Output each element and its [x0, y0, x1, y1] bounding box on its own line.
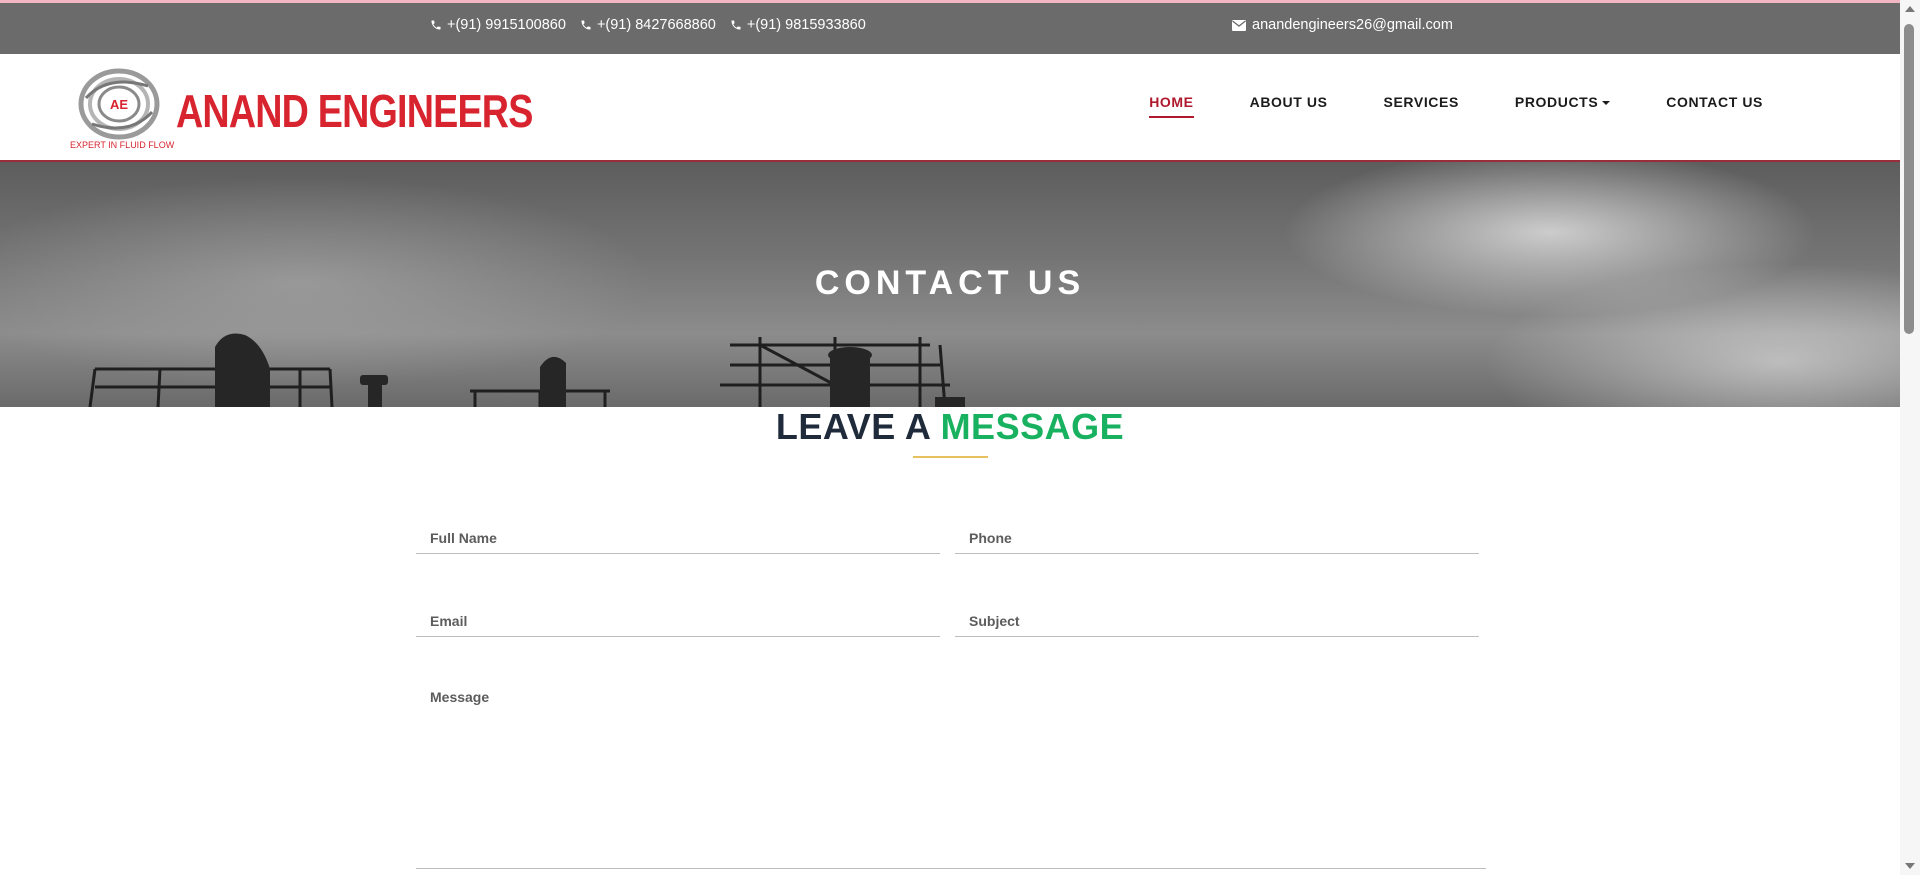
page-title: CONTACT US	[814, 264, 1086, 302]
section-heading: LEAVE A MESSAGE	[0, 406, 1900, 448]
full-name-input[interactable]	[416, 510, 940, 553]
phone-item[interactable]: +(91) 9915100860	[430, 17, 566, 33]
site-header: AE ANAND ENGINEERS EXPERT IN FLUID FLOW …	[0, 54, 1900, 162]
phone-input[interactable]	[955, 510, 1479, 553]
top-contact-bar: +(91) 9915100860 +(91) 8427668860 +(91) …	[0, 0, 1900, 54]
phone-field	[955, 510, 1479, 554]
page-scrollbar[interactable]	[1900, 0, 1920, 875]
phone-number: +(91) 8427668860	[596, 17, 716, 33]
full-name-field	[416, 510, 940, 554]
scroll-down-icon[interactable]	[1905, 863, 1915, 869]
message-field	[416, 675, 1486, 869]
email-field	[416, 593, 940, 637]
scrollbar-thumb[interactable]	[1904, 24, 1914, 334]
scroll-up-icon[interactable]	[1905, 6, 1915, 12]
brand-tagline: EXPERT IN FLUID FLOW	[70, 140, 175, 150]
logo-mark-text: AE	[110, 97, 128, 112]
section-heading-dark: LEAVE A	[775, 406, 941, 447]
brand-logo[interactable]: AE ANAND ENGINEERS EXPERT IN FLUID FLOW	[70, 68, 533, 154]
phone-number: +(91) 9915100860	[447, 17, 566, 33]
nav-products[interactable]: PRODUCTS	[1514, 94, 1611, 118]
subject-input[interactable]	[955, 593, 1479, 636]
mail-icon	[1232, 19, 1246, 31]
phone-icon	[731, 20, 741, 30]
phone-list: +(91) 9915100860 +(91) 8427668860 +(91) …	[430, 17, 866, 33]
phone-icon	[581, 20, 591, 30]
page-banner: CONTACT US	[0, 162, 1900, 407]
subject-field	[955, 593, 1479, 637]
main-nav: HOME ABOUT US SERVICES PRODUCTS CONTACT …	[1149, 94, 1763, 118]
email-address: anandengineers26@gmail.com	[1252, 17, 1453, 33]
email-input[interactable]	[416, 593, 940, 636]
industrial-silhouette-image	[88, 333, 965, 407]
email-link[interactable]: anandengineers26@gmail.com	[1232, 17, 1453, 33]
phone-number: +(91) 9815933860	[746, 17, 866, 33]
nav-about-us[interactable]: ABOUT US	[1250, 94, 1328, 118]
caret-down-icon	[1602, 101, 1611, 106]
nav-home[interactable]: HOME	[1149, 94, 1195, 118]
brand-name: ANAND ENGINEERS	[176, 85, 533, 137]
heading-underline	[913, 456, 988, 458]
phone-item[interactable]: +(91) 9815933860	[730, 17, 866, 33]
phone-item[interactable]: +(91) 8427668860	[580, 17, 716, 33]
nav-products-label: PRODUCTS	[1514, 94, 1599, 110]
nav-services[interactable]: SERVICES	[1384, 94, 1459, 118]
logo-swirl-icon: AE	[78, 68, 160, 140]
phone-icon	[431, 20, 441, 30]
section-heading-accent: MESSAGE	[940, 406, 1125, 447]
nav-contact-us[interactable]: CONTACT US	[1666, 94, 1763, 118]
message-textarea[interactable]	[416, 675, 1486, 868]
